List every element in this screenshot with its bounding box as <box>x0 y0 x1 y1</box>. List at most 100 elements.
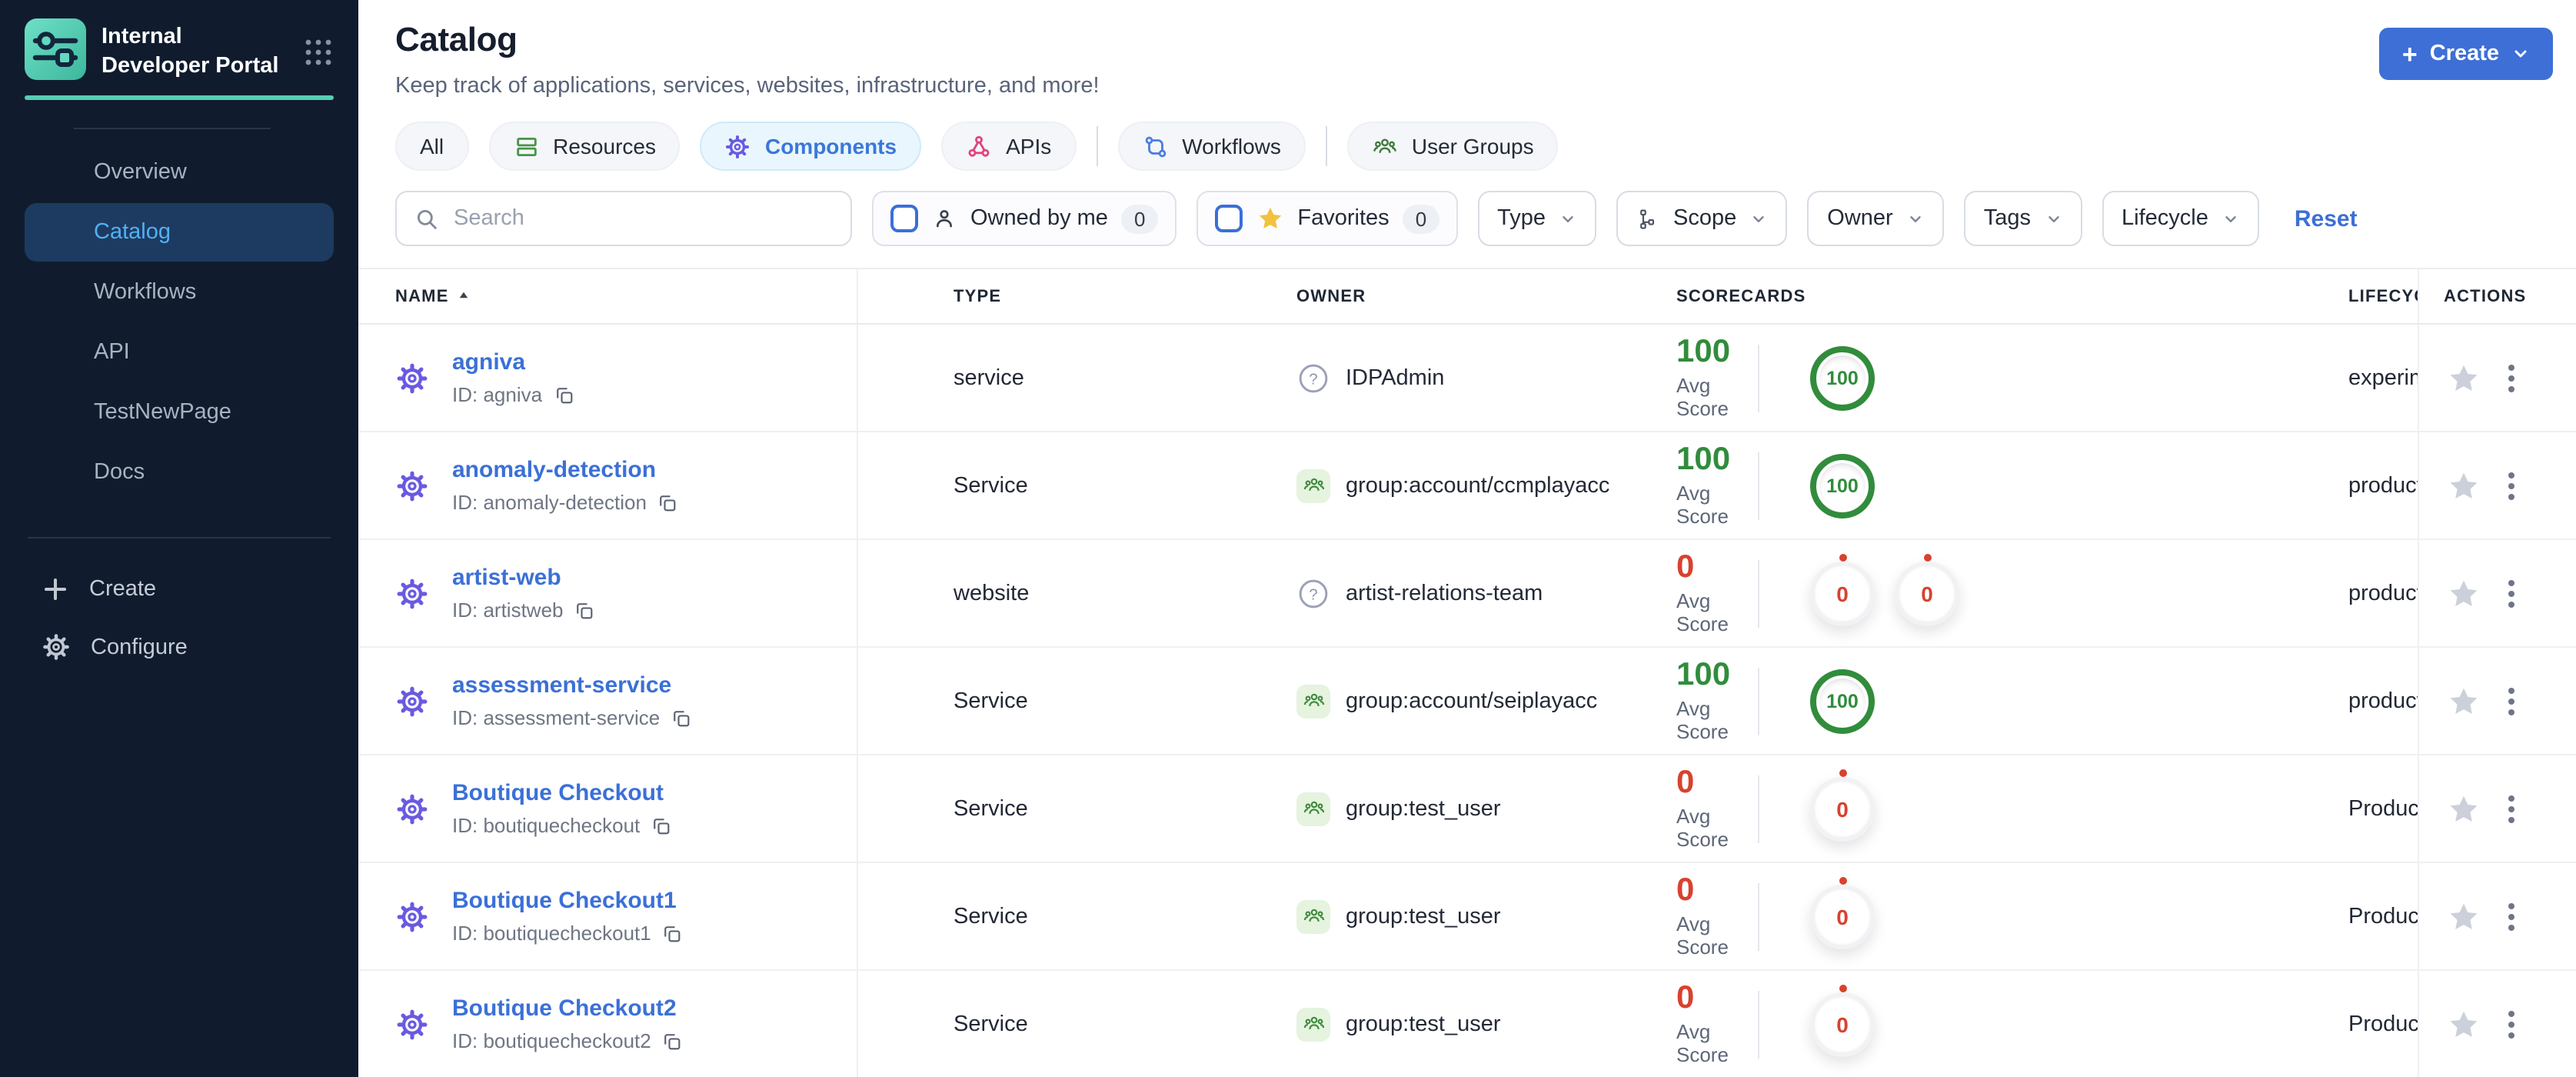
avg-score-label: Avg Score <box>1676 912 1729 959</box>
favorite-star-icon[interactable] <box>2447 468 2481 502</box>
row-menu-kebab-icon[interactable] <box>2505 468 2518 502</box>
sidebar-configure-button[interactable]: Configure <box>0 618 358 676</box>
reset-filters-link[interactable]: Reset <box>2295 205 2358 232</box>
favorite-star-icon[interactable] <box>2447 1007 2481 1041</box>
type-cell: service <box>954 365 1024 390</box>
column-header-name[interactable]: NAME <box>358 269 858 323</box>
owner-group-icon <box>1296 899 1330 933</box>
type-dropdown[interactable]: Type <box>1477 191 1597 246</box>
entity-name-link[interactable]: Boutique Checkout2 <box>452 995 684 1022</box>
sidebar-item-testnewpage[interactable]: TestNewPage <box>25 382 334 441</box>
avg-score-label: Avg Score <box>1676 805 1729 851</box>
avg-score-value: 0 <box>1676 872 1695 908</box>
row-menu-kebab-icon[interactable] <box>2505 792 2518 825</box>
owned-by-me-filter[interactable]: Owned by me 0 <box>872 191 1177 246</box>
sidebar-footer: Create Configure <box>0 536 358 676</box>
row-menu-kebab-icon[interactable] <box>2505 684 2518 718</box>
table-row: assessment-service ID: assessment-servic… <box>358 648 2576 755</box>
apps-grid-icon[interactable] <box>303 37 334 68</box>
favorites-filter[interactable]: Favorites 0 <box>1196 191 1458 246</box>
create-button[interactable]: + Create <box>2378 28 2553 80</box>
favorites-checkbox[interactable] <box>1214 205 1243 232</box>
avg-score-label: Avg Score <box>1676 482 1729 528</box>
row-menu-kebab-icon[interactable] <box>2505 1007 2518 1041</box>
column-header-owner: OWNER <box>1296 287 1366 305</box>
copy-icon[interactable] <box>553 384 574 405</box>
favorite-star-icon[interactable] <box>2447 684 2481 718</box>
sidebar-item-docs[interactable]: Docs <box>25 442 334 501</box>
copy-icon[interactable] <box>662 922 684 944</box>
sidebar-divider <box>74 127 271 129</box>
owned-by-me-checkbox[interactable] <box>890 205 918 232</box>
sidebar-item-catalog[interactable]: Catalog <box>25 202 334 262</box>
sidebar-item-overview[interactable]: Overview <box>25 142 334 201</box>
scorecard-ring[interactable]: 0 <box>1810 876 1875 949</box>
copy-icon[interactable] <box>574 599 596 621</box>
favorite-star-icon[interactable] <box>2447 792 2481 825</box>
chevron-down-icon <box>2225 215 2236 222</box>
tab-divider <box>1096 126 1098 166</box>
sidebar-item-api[interactable]: API <box>25 322 334 381</box>
entity-id: ID: agniva <box>452 383 574 406</box>
app-root: Internal Developer Portal Overview Catal… <box>0 0 2576 1077</box>
scorecard-ring[interactable]: 0 <box>1810 769 1875 841</box>
favorite-star-icon[interactable] <box>2447 576 2481 610</box>
entity-name-link[interactable]: artist-web <box>452 565 596 591</box>
tab-components[interactable]: Components <box>700 122 922 171</box>
owner-dropdown[interactable]: Owner <box>1807 191 1944 246</box>
type-cell: Service <box>954 796 1028 821</box>
tab-all[interactable]: All <box>395 122 469 171</box>
copy-icon[interactable] <box>651 815 672 836</box>
scorecard-ring[interactable]: 0 <box>1810 984 1875 1056</box>
entity-name-link[interactable]: agniva <box>452 349 574 375</box>
row-menu-kebab-icon[interactable] <box>2505 899 2518 933</box>
scorecards-cell: 0 Avg Score 0 <box>1676 766 2348 851</box>
brand-underline <box>25 95 334 100</box>
entity-name-link[interactable]: anomaly-detection <box>452 457 679 483</box>
avg-score: 100 Avg Score <box>1676 443 1758 528</box>
actions-cell <box>2418 755 2576 862</box>
tab-user-groups[interactable]: User Groups <box>1346 122 1559 171</box>
tags-dropdown[interactable]: Tags <box>1963 191 2082 246</box>
search-input[interactable] <box>454 206 834 231</box>
avg-score: 100 Avg Score <box>1676 335 1758 420</box>
score-divider <box>1758 667 1759 735</box>
row-menu-kebab-icon[interactable] <box>2505 576 2518 610</box>
owner-group-icon <box>1296 792 1330 825</box>
copy-icon[interactable] <box>657 492 679 513</box>
tab-apis[interactable]: APIs <box>941 122 1077 171</box>
tab-resources[interactable]: Resources <box>488 122 681 171</box>
plus-icon <box>42 575 69 602</box>
copy-icon[interactable] <box>671 707 692 729</box>
tab-workflows[interactable]: Workflows <box>1117 122 1306 171</box>
owner-name: artist-relations-team <box>1346 581 1543 605</box>
owner-question-icon: ? <box>1296 361 1330 395</box>
workflow-icon <box>1142 133 1168 159</box>
entity-name-link[interactable]: Boutique Checkout1 <box>452 888 684 914</box>
copy-icon[interactable] <box>662 1030 684 1052</box>
chevron-down-icon <box>1563 215 1573 222</box>
score-divider <box>1758 990 1759 1058</box>
scope-dropdown[interactable]: Scope <box>1616 191 1788 246</box>
scorecard-ring[interactable]: 0 <box>1810 553 1875 625</box>
svg-text:?: ? <box>1309 370 1317 387</box>
scorecard-ring[interactable]: 100 <box>1810 669 1875 733</box>
scorecard-rings: 00 <box>1810 553 1959 625</box>
favorite-star-icon[interactable] <box>2447 361 2481 395</box>
sidebar-item-workflows[interactable]: Workflows <box>25 262 334 321</box>
score-divider <box>1758 559 1759 627</box>
tab-divider <box>1325 126 1327 166</box>
favorite-star-icon[interactable] <box>2447 899 2481 933</box>
sidebar-create-button[interactable]: Create <box>0 559 358 618</box>
scorecard-ring[interactable]: 100 <box>1810 453 1875 518</box>
favorites-count: 0 <box>1403 204 1439 233</box>
entity-name-link[interactable]: assessment-service <box>452 672 692 699</box>
svg-text:?: ? <box>1309 585 1317 602</box>
row-menu-kebab-icon[interactable] <box>2505 361 2518 395</box>
scorecard-ring[interactable]: 100 <box>1810 345 1875 410</box>
column-header-actions: ACTIONS <box>2418 269 2576 323</box>
entity-name-link[interactable]: Boutique Checkout <box>452 780 672 806</box>
scorecard-ring[interactable]: 0 <box>1895 553 1959 625</box>
lifecycle-dropdown[interactable]: Lifecycle <box>2102 191 2259 246</box>
sort-asc-icon <box>457 289 471 303</box>
